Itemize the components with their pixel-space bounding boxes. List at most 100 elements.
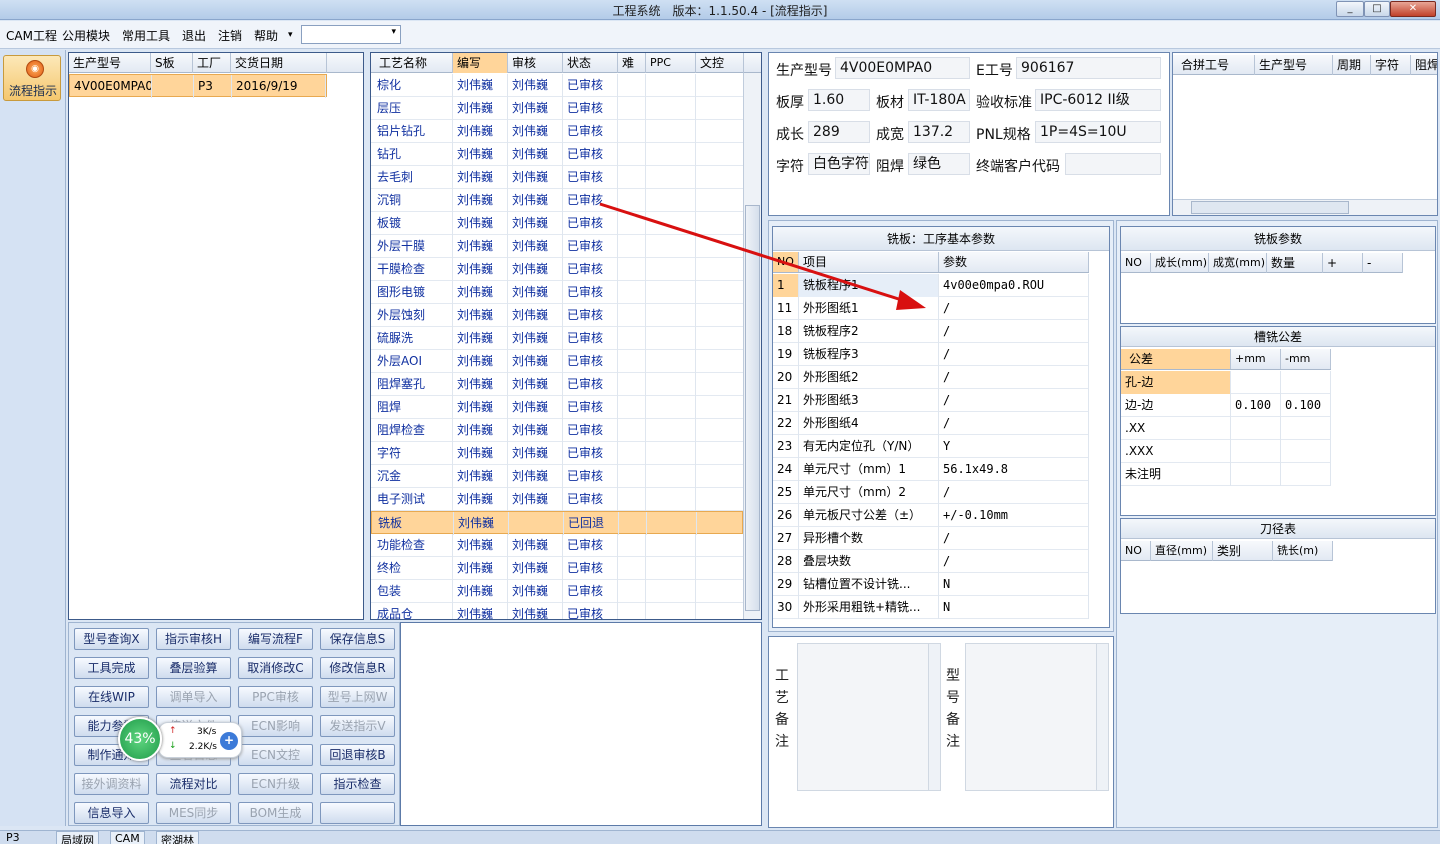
col-date[interactable]: 交货日期 bbox=[231, 53, 327, 73]
table-row[interactable]: 外层AOI 刘伟巍 刘伟巍 已审核 bbox=[371, 350, 744, 373]
action-button-r1c1[interactable]: 叠层验算 bbox=[156, 657, 231, 679]
table-row[interactable]: 阻焊塞孔 刘伟巍 刘伟巍 已审核 bbox=[371, 373, 744, 396]
table-row[interactable]: 28 叠层块数 / bbox=[773, 550, 1089, 573]
col-tool-length[interactable]: 铣长(m) bbox=[1273, 541, 1333, 561]
toolbar-combobox[interactable]: ▾ bbox=[301, 25, 401, 44]
menu-logout[interactable]: 注销 bbox=[218, 27, 242, 44]
col-ppc[interactable]: PPC bbox=[646, 53, 696, 73]
menu-help[interactable]: 帮助 bbox=[254, 27, 278, 44]
table-row[interactable]: 4V00E0MPA0 P3 2016/9/19 bbox=[69, 74, 327, 98]
col-tool-type[interactable]: 类别 bbox=[1213, 541, 1273, 561]
table-row[interactable]: 功能检查 刘伟巍 刘伟巍 已审核 bbox=[371, 534, 744, 557]
process-note-textarea[interactable] bbox=[797, 643, 941, 791]
table-row[interactable]: 未注明 bbox=[1121, 463, 1331, 486]
col-tol-minus[interactable]: -mm bbox=[1281, 349, 1331, 369]
col-merge-no[interactable]: 合拼工号 bbox=[1177, 55, 1255, 75]
table-row[interactable]: 30 外形采用粗铣+精铣... N bbox=[773, 596, 1089, 619]
table-row[interactable]: 终检 刘伟巍 刘伟巍 已审核 bbox=[371, 557, 744, 580]
table-row[interactable]: 21 外形图纸3/ bbox=[773, 389, 1089, 412]
e-field[interactable]: 906167 bbox=[1016, 57, 1161, 79]
action-button-r0c3[interactable]: 保存信息S bbox=[320, 628, 395, 650]
action-button-r1c3[interactable]: 修改信息R bbox=[320, 657, 395, 679]
table-row[interactable]: 20 外形图纸2/ bbox=[773, 366, 1089, 389]
flow-instruction-button[interactable]: ◉ 流程指示 bbox=[3, 55, 61, 101]
menu-cam[interactable]: CAM工程 bbox=[6, 27, 57, 44]
table-row[interactable]: 电子测试 刘伟巍 刘伟巍 已审核 bbox=[371, 488, 744, 511]
width-field[interactable]: 137.2 bbox=[908, 121, 970, 143]
action-button-r3c2[interactable]: ECN影响 bbox=[238, 715, 313, 737]
action-button-r2c3[interactable]: 型号上网W bbox=[320, 686, 395, 708]
action-button-r2c0[interactable]: 在线WIP bbox=[74, 686, 149, 708]
action-button-r6c3[interactable] bbox=[320, 802, 395, 824]
table-row[interactable]: 阻焊检查 刘伟巍 刘伟巍 已审核 bbox=[371, 419, 744, 442]
table-row[interactable]: 26 单元板尺寸公差（±） +/-0.10mm bbox=[773, 504, 1089, 527]
model-field[interactable]: 4V00E0MPA0 bbox=[835, 57, 970, 79]
process-note-scrollbar[interactable] bbox=[928, 644, 940, 790]
col-tol-plus[interactable]: +mm bbox=[1231, 349, 1281, 369]
material-field[interactable]: IT-180A bbox=[908, 89, 970, 111]
table-row[interactable]: 棕化 刘伟巍 刘伟巍 已审核 bbox=[371, 74, 744, 97]
col-mill-minus[interactable]: - bbox=[1363, 253, 1403, 273]
col-tool-diameter[interactable]: 直径(mm) bbox=[1151, 541, 1213, 561]
col-model[interactable]: 生产型号 bbox=[69, 53, 151, 73]
col-merge-model[interactable]: 生产型号 bbox=[1255, 55, 1333, 75]
table-row[interactable]: 27 异形槽个数 / bbox=[773, 527, 1089, 550]
action-button-r5c3[interactable]: 指示检查 bbox=[320, 773, 395, 795]
table-row[interactable]: 18 铣板程序2/ bbox=[773, 320, 1089, 343]
plus-icon[interactable]: + bbox=[220, 732, 238, 750]
pnl-field[interactable]: 1P=4S=10U bbox=[1035, 121, 1161, 143]
model-note-textarea[interactable] bbox=[965, 643, 1109, 791]
col-merge-char[interactable]: 字符 bbox=[1371, 55, 1411, 75]
col-mill-plus[interactable]: + bbox=[1323, 253, 1363, 273]
merge-h-scrollbar[interactable] bbox=[1173, 199, 1437, 215]
col-tool-no[interactable]: NO bbox=[1121, 541, 1151, 561]
table-row[interactable]: 钻孔 刘伟巍 刘伟巍 已审核 bbox=[371, 143, 744, 166]
table-row[interactable]: 25 单元尺寸（mm）2/ bbox=[773, 481, 1089, 504]
action-button-r2c1[interactable]: 调单导入 bbox=[156, 686, 231, 708]
length-field[interactable]: 289 bbox=[808, 121, 870, 143]
table-row[interactable]: 铣板 刘伟巍 已回退 bbox=[371, 511, 745, 535]
action-button-r0c0[interactable]: 型号查询X bbox=[74, 628, 149, 650]
col-param-value[interactable]: 参数 bbox=[939, 252, 1089, 272]
char-field[interactable]: 白色字符 bbox=[808, 153, 870, 175]
standard-field[interactable]: IPC-6012 II级 bbox=[1035, 89, 1161, 111]
table-row[interactable]: 字符 刘伟巍 刘伟巍 已审核 bbox=[371, 442, 744, 465]
col-tolerance[interactable]: 公差 bbox=[1121, 349, 1231, 369]
table-row[interactable]: 阻焊 刘伟巍 刘伟巍 已审核 bbox=[371, 396, 744, 419]
col-status[interactable]: 状态 bbox=[563, 53, 618, 73]
col-merge-mask[interactable]: 阻焊 bbox=[1411, 55, 1437, 75]
action-button-r1c0[interactable]: 工具完成 bbox=[74, 657, 149, 679]
menu-overflow-icon[interactable]: ▾ bbox=[288, 30, 293, 40]
table-row[interactable]: 硫脲洗 刘伟巍 刘伟巍 已审核 bbox=[371, 327, 744, 350]
col-mill-no[interactable]: NO bbox=[1121, 253, 1151, 273]
table-row[interactable]: 19 铣板程序3/ bbox=[773, 343, 1089, 366]
action-button-r6c1[interactable]: MES同步 bbox=[156, 802, 231, 824]
process-scrollbar[interactable] bbox=[743, 73, 761, 619]
col-factory[interactable]: 工厂 bbox=[193, 53, 231, 73]
col-process-name[interactable]: 工艺名称 bbox=[371, 53, 453, 73]
action-button-r5c2[interactable]: ECN升级 bbox=[238, 773, 313, 795]
col-difficulty[interactable]: 难 bbox=[618, 53, 646, 73]
action-button-r3c3[interactable]: 发送指示V bbox=[320, 715, 395, 737]
col-merge-period[interactable]: 周期 bbox=[1333, 55, 1371, 75]
col-s[interactable]: S板 bbox=[151, 53, 193, 73]
h-scroll-thumb[interactable] bbox=[1191, 201, 1349, 214]
table-row[interactable]: 去毛刺 刘伟巍 刘伟巍 已审核 bbox=[371, 166, 744, 189]
action-button-r5c0[interactable]: 接外调资料 bbox=[74, 773, 149, 795]
table-row[interactable]: 24 单元尺寸（mm）1 56.1x49.8 bbox=[773, 458, 1089, 481]
close-button[interactable]: ✕ bbox=[1390, 1, 1436, 17]
model-note-scrollbar[interactable] bbox=[1096, 644, 1108, 790]
menu-exit[interactable]: 退出 bbox=[182, 27, 206, 44]
menu-common-tools[interactable]: 常用工具 bbox=[122, 27, 170, 44]
thickness-field[interactable]: 1.60 bbox=[808, 89, 870, 111]
table-row[interactable]: 层压 刘伟巍 刘伟巍 已审核 bbox=[371, 97, 744, 120]
mask-field[interactable]: 绿色 bbox=[908, 153, 970, 175]
minimize-button[interactable]: _ bbox=[1336, 1, 1364, 17]
col-reviewer[interactable]: 审核 bbox=[508, 53, 563, 73]
table-row[interactable]: 铝片钻孔 刘伟巍 刘伟巍 已审核 bbox=[371, 120, 744, 143]
table-row[interactable]: 沉金 刘伟巍 刘伟巍 已审核 bbox=[371, 465, 744, 488]
action-button-r6c2[interactable]: BOM生成 bbox=[238, 802, 313, 824]
action-button-r4c3[interactable]: 回退审核B bbox=[320, 744, 395, 766]
action-button-r4c2[interactable]: ECN文控 bbox=[238, 744, 313, 766]
table-row[interactable]: .XX bbox=[1121, 417, 1331, 440]
